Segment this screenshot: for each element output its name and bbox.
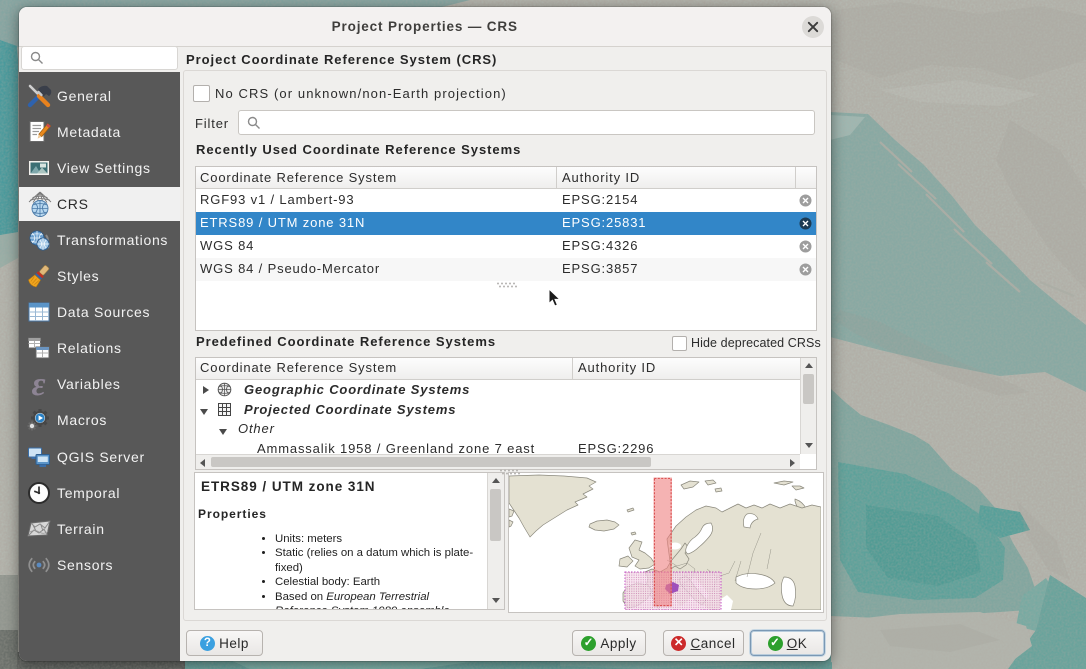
svg-text:ε: ε xyxy=(31,371,46,397)
